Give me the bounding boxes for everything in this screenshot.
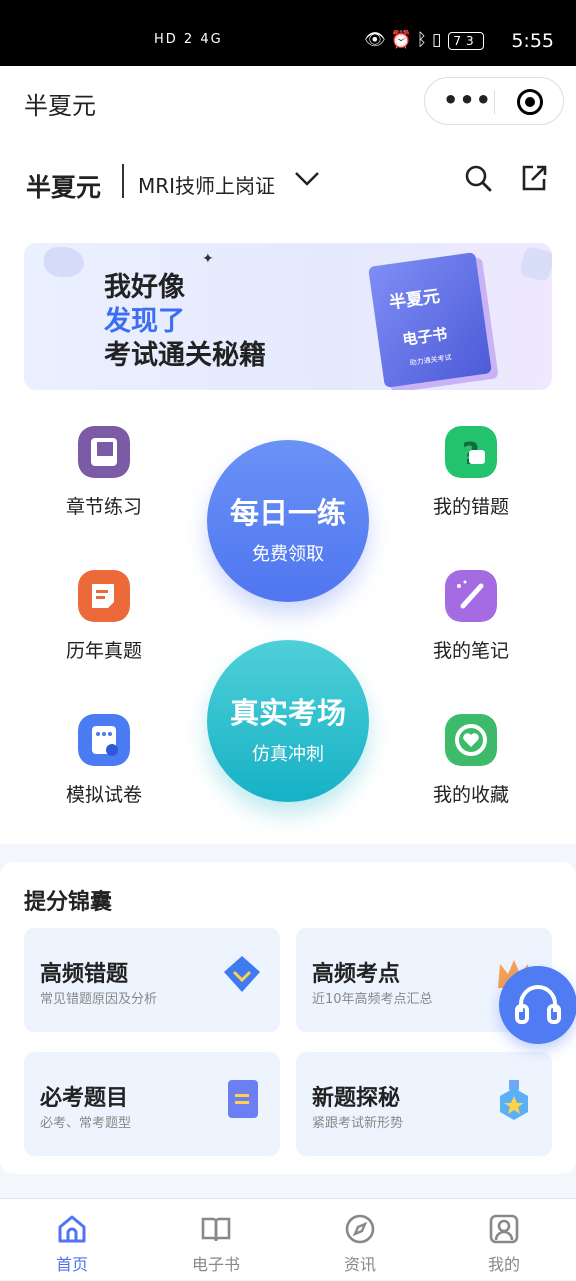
card-title: 高频考点 <box>312 962 401 987</box>
favorite-icon <box>445 714 497 766</box>
tab-profile[interactable]: 我的 <box>432 1199 576 1281</box>
wrong-question-icon: ? <box>445 426 497 478</box>
tile-label: 我的笔记 <box>432 640 509 662</box>
ebook-icon <box>201 1217 231 1242</box>
banner-section: ✦ 我好像 发现了 考试通关秘籍 半夏元 电子书 助力通关考试 <box>0 238 576 408</box>
status-bar: HD 2 4G 👁⏰ᛒ▯ 73 5:55 <box>0 0 576 66</box>
ebook-illustration: 半夏元 电子书 助力通关考试 <box>368 252 492 388</box>
clock: 5:55 <box>511 30 554 52</box>
bottom-tab-bar: 首页 电子书 资讯 我的 <box>0 1198 576 1280</box>
sparkle-icon: ✦ <box>202 251 214 267</box>
function-grid: 章节练习 历年真题 模拟试卷 ? 我的错题 我的笔记 我的收藏 每日一练 免费领… <box>0 408 576 844</box>
card-high-freq-mistakes[interactable]: 高频错题 常见错题原因及分析 <box>24 928 280 1032</box>
daily-practice-button[interactable]: 每日一练 免费领取 <box>207 440 369 602</box>
system-icons: 👁⏰ᛒ▯ 73 <box>364 30 484 50</box>
history-icon <box>78 570 130 622</box>
chevron-down-icon[interactable] <box>294 168 320 188</box>
exam-title: 真实考场 <box>229 696 346 730</box>
tile-label: 我的收藏 <box>432 784 509 806</box>
eye-icon: 👁 <box>364 30 391 50</box>
tab-label: 电子书 <box>191 1255 240 1274</box>
tile-label: 章节练习 <box>65 496 142 518</box>
share-icon[interactable] <box>520 164 548 192</box>
tile-label: 模拟试卷 <box>65 784 142 806</box>
capsule-divider <box>494 90 495 114</box>
promo-banner[interactable]: ✦ 我好像 发现了 考试通关秘籍 半夏元 电子书 助力通关考试 <box>24 243 552 390</box>
alarm-icon: ⏰ <box>390 30 417 50</box>
decor-shape <box>518 245 552 283</box>
book-icon <box>228 1080 258 1118</box>
page-header: 半夏元 MRI技师上岗证 <box>0 138 576 238</box>
header-divider <box>122 164 124 198</box>
card-must-test[interactable]: 必考题目 必考、常考题型 <box>24 1052 280 1156</box>
card-subtitle: 常见错题原因及分析 <box>40 992 158 1007</box>
tile-my-favorites[interactable]: 我的收藏 <box>401 714 541 824</box>
tile-chapter-practice[interactable]: 章节练习 <box>34 426 174 536</box>
headset-icon <box>515 985 561 1024</box>
bluetooth-icon: ᛒ <box>416 30 432 50</box>
tab-label: 首页 <box>55 1255 88 1274</box>
tips-section: 提分锦囊 高频错题 常见错题原因及分析 高频考点 近10年高频考点汇总 必考题目… <box>0 862 576 1174</box>
book-note: 助力通关考试 <box>409 353 452 368</box>
card-title: 高频错题 <box>40 962 129 987</box>
diamond-icon <box>224 956 260 992</box>
brand-title: 半夏元 <box>26 173 102 202</box>
target-icon[interactable] <box>517 89 543 115</box>
chapter-icon <box>78 426 130 478</box>
card-subtitle: 必考、常考题型 <box>40 1116 132 1131</box>
tile-label: 我的错题 <box>432 496 509 518</box>
tab-ebook[interactable]: 电子书 <box>144 1199 288 1281</box>
exam-subtitle: 仿真冲刺 <box>252 744 324 765</box>
book-subtitle: 电子书 <box>401 324 449 349</box>
section-title: 提分锦囊 <box>24 890 113 915</box>
banner-line-3: 考试通关秘籍 <box>104 340 266 371</box>
daily-subtitle: 免费领取 <box>252 544 324 565</box>
medal-icon <box>500 1080 528 1120</box>
capsule-menu: ••• <box>424 77 564 125</box>
tile-my-mistakes[interactable]: ? 我的错题 <box>401 426 541 536</box>
decor-shape <box>44 247 84 277</box>
tab-label: 我的 <box>487 1255 520 1274</box>
tile-mock-paper[interactable]: 模拟试卷 <box>34 714 174 824</box>
mock-paper-icon <box>78 714 130 766</box>
battery-icon: 73 <box>448 32 484 50</box>
tile-my-notes[interactable]: 我的笔记 <box>401 570 541 680</box>
daily-title: 每日一练 <box>229 496 346 530</box>
tab-label: 资讯 <box>343 1255 376 1274</box>
tab-news[interactable]: 资讯 <box>288 1199 432 1281</box>
tile-label: 历年真题 <box>65 640 142 662</box>
tile-past-exams[interactable]: 历年真题 <box>34 570 174 680</box>
card-subtitle: 紧跟考试新形势 <box>312 1116 404 1131</box>
card-title: 必考题目 <box>40 1086 129 1111</box>
search-icon[interactable] <box>464 164 492 192</box>
book-title: 半夏元 <box>387 286 442 314</box>
more-dots-icon[interactable]: ••• <box>443 86 492 114</box>
profile-icon <box>489 1214 519 1244</box>
app-title: 半夏元 <box>24 92 96 120</box>
vibrate-icon: ▯ <box>431 30 447 50</box>
app-bar: 半夏元 ••• <box>0 66 576 138</box>
card-new-questions[interactable]: 新题探秘 紧跟考试新形势 <box>296 1052 552 1156</box>
customer-service-button[interactable] <box>499 966 576 1044</box>
subject-selector[interactable]: MRI技师上岗证 <box>138 170 275 199</box>
card-title: 新题探秘 <box>312 1086 401 1111</box>
compass-icon <box>345 1214 375 1244</box>
notes-icon <box>445 570 497 622</box>
network-indicators: HD 2 4G <box>154 32 223 47</box>
card-subtitle: 近10年高频考点汇总 <box>312 992 433 1007</box>
tab-home[interactable]: 首页 <box>0 1199 144 1281</box>
home-icon <box>58 1215 86 1243</box>
real-exam-button[interactable]: 真实考场 仿真冲刺 <box>207 640 369 802</box>
